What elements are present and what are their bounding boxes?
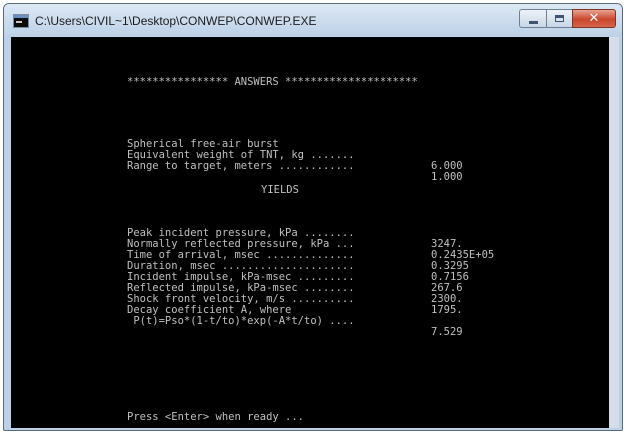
maximize-button[interactable] [546, 9, 572, 28]
line-label: Range to target, meters ............ [127, 160, 355, 172]
title-bar[interactable]: C:\Users\CIVIL~1\Desktop\CONWEP\CONWEP.E… [4, 4, 622, 37]
window-title: C:\Users\CIVIL~1\Desktop\CONWEP\CONWEP.E… [35, 13, 317, 28]
console-line: Range to target, meters ............ 1.0… [11, 150, 463, 194]
console-app-icon[interactable] [13, 13, 29, 28]
enter-prompt: Press <Enter> when ready ... [127, 411, 305, 423]
result-value: 7.529 [431, 326, 463, 338]
window-controls: ✕ [519, 9, 616, 28]
line-value: 1.000 [431, 171, 463, 183]
console-output[interactable]: **************** ANSWERS ***************… [11, 37, 609, 428]
close-button[interactable]: ✕ [572, 9, 616, 28]
vertical-scrollbar[interactable] [609, 37, 619, 428]
result-line: P(t)=Pso*(1-t/to)*exp(-A*t/to) .... 7.52… [11, 305, 462, 349]
answers-header: **************** ANSWERS ***************… [127, 76, 418, 88]
maximize-icon [555, 15, 564, 22]
minimize-button[interactable] [519, 9, 546, 28]
close-icon: ✕ [588, 11, 600, 26]
yields-title: YIELDS [261, 184, 299, 196]
result-value: 1795. [431, 304, 463, 316]
minimize-icon [528, 20, 538, 24]
console-window: C:\Users\CIVIL~1\Desktop\CONWEP\CONWEP.E… [3, 3, 623, 431]
result-label: P(t)=Pso*(1-t/to)*exp(-A*t/to) .... [127, 315, 355, 327]
